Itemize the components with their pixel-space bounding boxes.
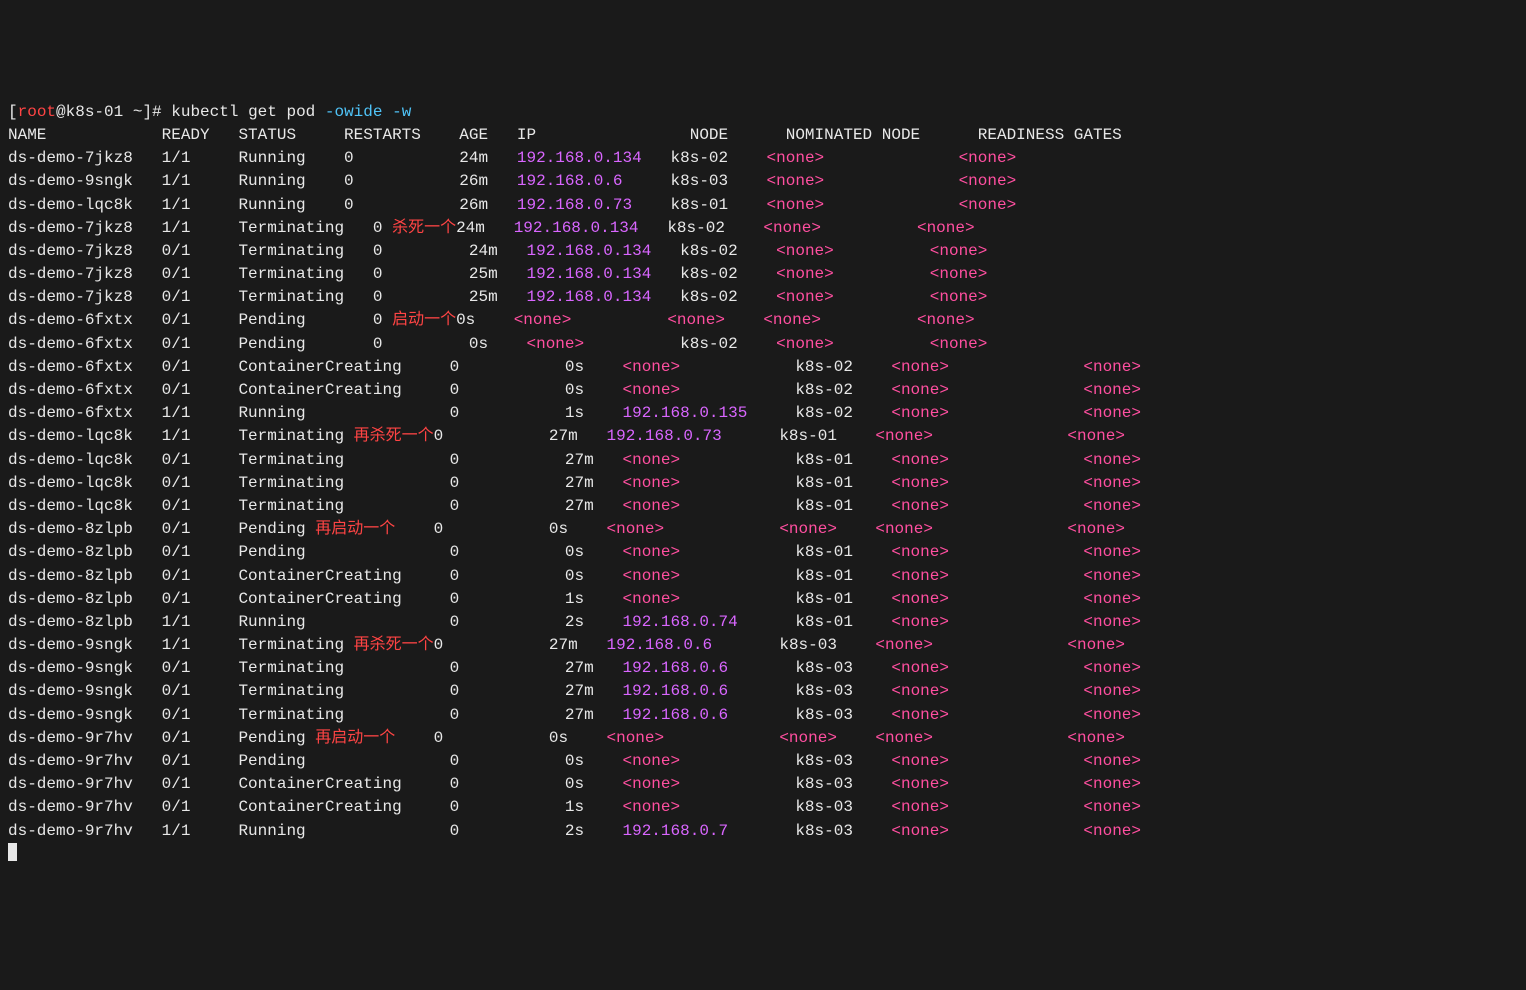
table-row: ds-demo-7jkz8 1/1 Running 0 24m 192.168.… [8,149,1016,167]
table-row: ds-demo-6fxtx 1/1 Running 0 1s 192.168.0… [8,404,1141,422]
table-row: ds-demo-9r7hv 0/1 ContainerCreating 0 1s… [8,798,1141,816]
table-row: ds-demo-lqc8k 0/1 Terminating 0 27m <non… [8,474,1141,492]
command-flags: -owide -w [325,103,411,121]
command-text: kubectl get pod [171,103,325,121]
table-row: ds-demo-7jkz8 0/1 Terminating 0 24m 192.… [8,242,987,260]
table-row: ds-demo-7jkz8 0/1 Terminating 0 25m 192.… [8,288,987,306]
table-row: ds-demo-9r7hv 0/1 ContainerCreating 0 0s… [8,775,1141,793]
table-row: ds-demo-8zlpb 0/1 ContainerCreating 0 1s… [8,590,1141,608]
table-row: ds-demo-6fxtx 0/1 Pending 0 0s <none> k8… [8,335,987,353]
table-row: ds-demo-9sngk 0/1 Terminating 0 27m 192.… [8,682,1141,700]
table-row: ds-demo-9sngk 0/1 Terminating 0 27m 192.… [8,659,1141,677]
prompt-open: [ [8,103,18,121]
table-row: ds-demo-9sngk 1/1 Terminating 再杀死一个0 27m… [8,636,1125,654]
table-row: ds-demo-6fxtx 0/1 Pending 0 启动一个0s <none… [8,311,975,329]
table-row: ds-demo-lqc8k 0/1 Terminating 0 27m <non… [8,497,1141,515]
table-row: ds-demo-8zlpb 1/1 Running 0 2s 192.168.0… [8,613,1141,631]
table-row: ds-demo-lqc8k 1/1 Running 0 26m 192.168.… [8,196,1016,214]
table-row: ds-demo-9r7hv 0/1 Pending 再启动一个 0 0s <no… [8,729,1125,747]
table-row: ds-demo-lqc8k 1/1 Terminating 再杀死一个0 27m… [8,427,1125,445]
terminal-output[interactable]: [root@k8s-01 ~]# kubectl get pod -owide … [8,101,1518,866]
table-row: ds-demo-lqc8k 0/1 Terminating 0 27m <non… [8,451,1141,469]
table-row: ds-demo-9r7hv 1/1 Running 0 2s 192.168.0… [8,822,1141,840]
table-row: ds-demo-6fxtx 0/1 ContainerCreating 0 0s… [8,358,1141,376]
prompt-host: k8s-01 [66,103,124,121]
prompt-path: ~ [123,103,142,121]
table-row: ds-demo-6fxtx 0/1 ContainerCreating 0 0s… [8,381,1141,399]
table-row: ds-demo-9sngk 0/1 Terminating 0 27m 192.… [8,706,1141,724]
prompt-line: [root@k8s-01 ~]# kubectl get pod -owide … [8,103,411,121]
prompt-close: ]# [142,103,171,121]
table-row: ds-demo-8zlpb 0/1 Pending 再启动一个 0 0s <no… [8,520,1125,538]
table-row: ds-demo-7jkz8 1/1 Terminating 0 杀死一个24m … [8,219,975,237]
table-row: ds-demo-9sngk 1/1 Running 0 26m 192.168.… [8,172,1016,190]
table-row: ds-demo-9r7hv 0/1 Pending 0 0s <none> k8… [8,752,1141,770]
prompt-user: root [18,103,56,121]
table-row: ds-demo-8zlpb 0/1 ContainerCreating 0 0s… [8,567,1141,585]
prompt-at: @ [56,103,66,121]
terminal-cursor [8,843,17,861]
header-row: NAME READY STATUS RESTARTS AGE IP NODE N… [8,126,1122,144]
table-row: ds-demo-7jkz8 0/1 Terminating 0 25m 192.… [8,265,987,283]
table-row: ds-demo-8zlpb 0/1 Pending 0 0s <none> k8… [8,543,1141,561]
